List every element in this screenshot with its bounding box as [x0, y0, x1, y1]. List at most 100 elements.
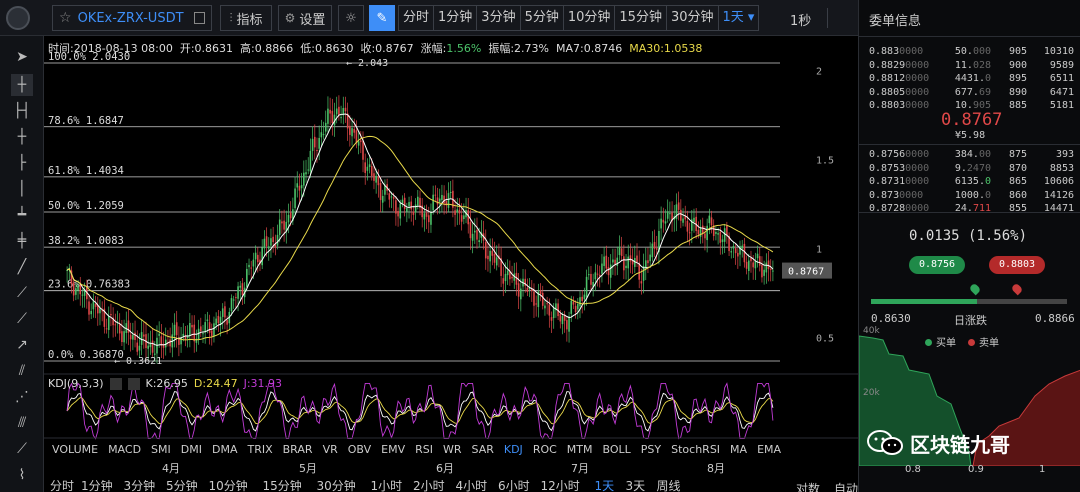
best-ask-button[interactable]: 0.8803 — [989, 256, 1045, 274]
indicator-tab[interactable]: StochRSI — [671, 443, 720, 456]
indicator-tab[interactable]: RSI — [415, 443, 433, 456]
timeframe-tab[interactable]: 1小时 — [371, 480, 403, 492]
timeframe-tab[interactable]: 3分钟 — [124, 480, 156, 492]
indicator-tab[interactable]: DMA — [212, 443, 238, 456]
order-row[interactable]: 0.88050000 677.69 890 6471 — [869, 87, 1074, 100]
horizontal-ray-icon[interactable]: ├ — [11, 152, 33, 174]
crosshair-icon[interactable]: ┼ — [11, 74, 33, 96]
trend-line-icon[interactable]: ╱ — [11, 256, 33, 278]
chart-canvas[interactable]: 100.0% 2.043078.6% 1.684761.8% 1.403450.… — [44, 36, 858, 492]
kdj-close-icon[interactable] — [127, 377, 140, 390]
order-row[interactable]: 0.87530000 9.2470 870 8853 — [869, 163, 1074, 176]
refresh-rate[interactable]: 1秒 — [790, 10, 811, 29]
period-tab[interactable]: 3分钟 — [477, 5, 521, 31]
kdj-settings-icon[interactable] — [109, 377, 122, 390]
timeframe-tab[interactable]: 分时 — [50, 480, 74, 492]
indicator-tab[interactable]: BOLL — [603, 443, 631, 456]
candle-body — [730, 251, 733, 253]
cursor-icon[interactable]: ➤ — [11, 46, 33, 68]
star-icon[interactable]: ☆ — [59, 10, 72, 26]
depth-y-label: 40k — [863, 326, 880, 336]
timeframe-tab[interactable]: 2小时 — [413, 480, 445, 492]
timeframe-tab[interactable]: 30分钟 — [317, 480, 356, 492]
indicator-tab[interactable]: MTM — [567, 443, 593, 456]
order-row[interactable]: 0.8730000 1000.0 860 14126 — [869, 190, 1074, 203]
candle-body — [772, 270, 774, 272]
segment-icon[interactable]: ⟋ — [11, 308, 33, 330]
period-tab[interactable]: 30分钟 — [666, 5, 719, 31]
timeframe-tab[interactable]: 3天 — [626, 480, 646, 492]
symbol-selector[interactable]: ☆ OKEx-ZRX-USDT — [52, 5, 212, 31]
timeframe-tab[interactable]: 周线 — [657, 480, 681, 492]
horizontal-line-icon[interactable]: ┼ — [11, 126, 33, 148]
copy-icon[interactable] — [194, 12, 205, 24]
vertical-line-icon[interactable]: │ — [11, 178, 33, 200]
indicator-tab[interactable]: MACD — [108, 443, 141, 456]
candle-body — [94, 303, 97, 307]
indicator-tab[interactable]: VR — [323, 443, 338, 456]
period-tab[interactable]: 1天 ▾ — [718, 5, 760, 31]
timeframe-tab[interactable]: 1天 — [595, 480, 615, 492]
timeframe-tab[interactable]: 6小时 — [498, 480, 530, 492]
period-tab[interactable]: 10分钟 — [563, 5, 616, 31]
order-row[interactable]: 0.87280000 24.711 855 14471 — [869, 203, 1074, 216]
settings-button[interactable]: ⚙ 设置 — [278, 5, 332, 31]
candle-body — [666, 211, 669, 219]
info-close: 收:0.8767 — [360, 42, 414, 55]
horizontal-segment-icon[interactable]: ├┤ — [11, 100, 33, 122]
order-row[interactable]: 0.8830000 50.000 905 10310 — [869, 46, 1074, 59]
log-scale-button[interactable]: 对数 — [796, 480, 820, 492]
candle-body — [267, 246, 270, 249]
indicator-tab[interactable]: DMI — [181, 443, 202, 456]
period-tab[interactable]: 15分钟 — [615, 5, 667, 31]
order-row[interactable]: 0.87560000 384.00 875 393 — [869, 149, 1074, 162]
candle-body — [338, 106, 340, 116]
indicator-tab[interactable]: BRAR — [283, 443, 313, 456]
indicator-tab[interactable]: EMA — [757, 443, 781, 456]
candle-body — [158, 333, 160, 336]
price-axis-label: 2 — [816, 67, 822, 78]
fib-icon[interactable]: ⋰ — [11, 386, 33, 408]
gann-icon[interactable]: ⟋ — [11, 438, 33, 460]
period-tab[interactable]: 分时 — [398, 5, 435, 31]
fib-level-label: 50.0% 1.2059 — [48, 200, 124, 212]
price-chart[interactable]: 100.0% 2.0430 78.6% 1.6847 61.8% 1.4034 50.… — [44, 36, 858, 492]
indicator-tab[interactable]: VOLUME — [52, 443, 98, 456]
order-row[interactable]: 0.88290000 11.028 900 9589 — [869, 60, 1074, 73]
theme-button[interactable]: ☼ — [338, 5, 364, 31]
order-row[interactable]: 0.88120000 4431.0 895 6511 — [869, 73, 1074, 86]
timeframe-tab[interactable]: 10分钟 — [209, 480, 248, 492]
auto-scale-button[interactable]: 自动 — [834, 480, 858, 492]
candle-body — [287, 214, 290, 223]
indicator-tab[interactable]: MA — [730, 443, 747, 456]
order-total: 14126 — [1043, 189, 1074, 201]
indicator-tab[interactable]: EMV — [381, 443, 405, 456]
indicator-tab[interactable]: ROC — [533, 443, 557, 456]
timeframe-tab[interactable]: 1分钟 — [81, 480, 113, 492]
indicator-tab[interactable]: KDJ — [504, 443, 523, 456]
indicator-tab[interactable]: TRIX — [247, 443, 272, 456]
indicator-tab[interactable]: WR — [443, 443, 462, 456]
candle-body — [612, 259, 614, 263]
wave-icon[interactable]: ⌇ — [11, 464, 33, 486]
period-tab[interactable]: 1分钟 — [434, 5, 478, 31]
ray-icon[interactable]: ⟋ — [11, 282, 33, 304]
indicator-tab[interactable]: PSY — [641, 443, 661, 456]
period-tab[interactable]: 5分钟 — [520, 5, 564, 31]
timeframe-tab[interactable]: 5分钟 — [166, 480, 198, 492]
timeframe-tab[interactable]: 15分钟 — [263, 480, 302, 492]
timeframe-tab[interactable]: 12小时 — [541, 480, 580, 492]
order-row[interactable]: 0.87310000 6135.0 865 10606 — [869, 176, 1074, 189]
indicator-tab[interactable]: SAR — [472, 443, 494, 456]
indicator-button[interactable]: ⫶ 指标 — [220, 5, 272, 31]
draw-button[interactable]: ✎ — [369, 5, 395, 31]
pitchfork-icon[interactable]: ⫻ — [11, 412, 33, 434]
best-bid-button[interactable]: 0.8756 — [909, 256, 965, 274]
arrow-icon[interactable]: ↗ — [11, 334, 33, 356]
indicator-tab[interactable]: SMI — [151, 443, 171, 456]
price-line-icon[interactable]: ┷ — [11, 204, 33, 226]
timeframe-tab[interactable]: 4小时 — [456, 480, 488, 492]
channel-icon[interactable]: ⫽ — [11, 360, 33, 382]
parallel-lines-icon[interactable]: ╪ — [11, 230, 33, 252]
indicator-tab[interactable]: OBV — [348, 443, 371, 456]
